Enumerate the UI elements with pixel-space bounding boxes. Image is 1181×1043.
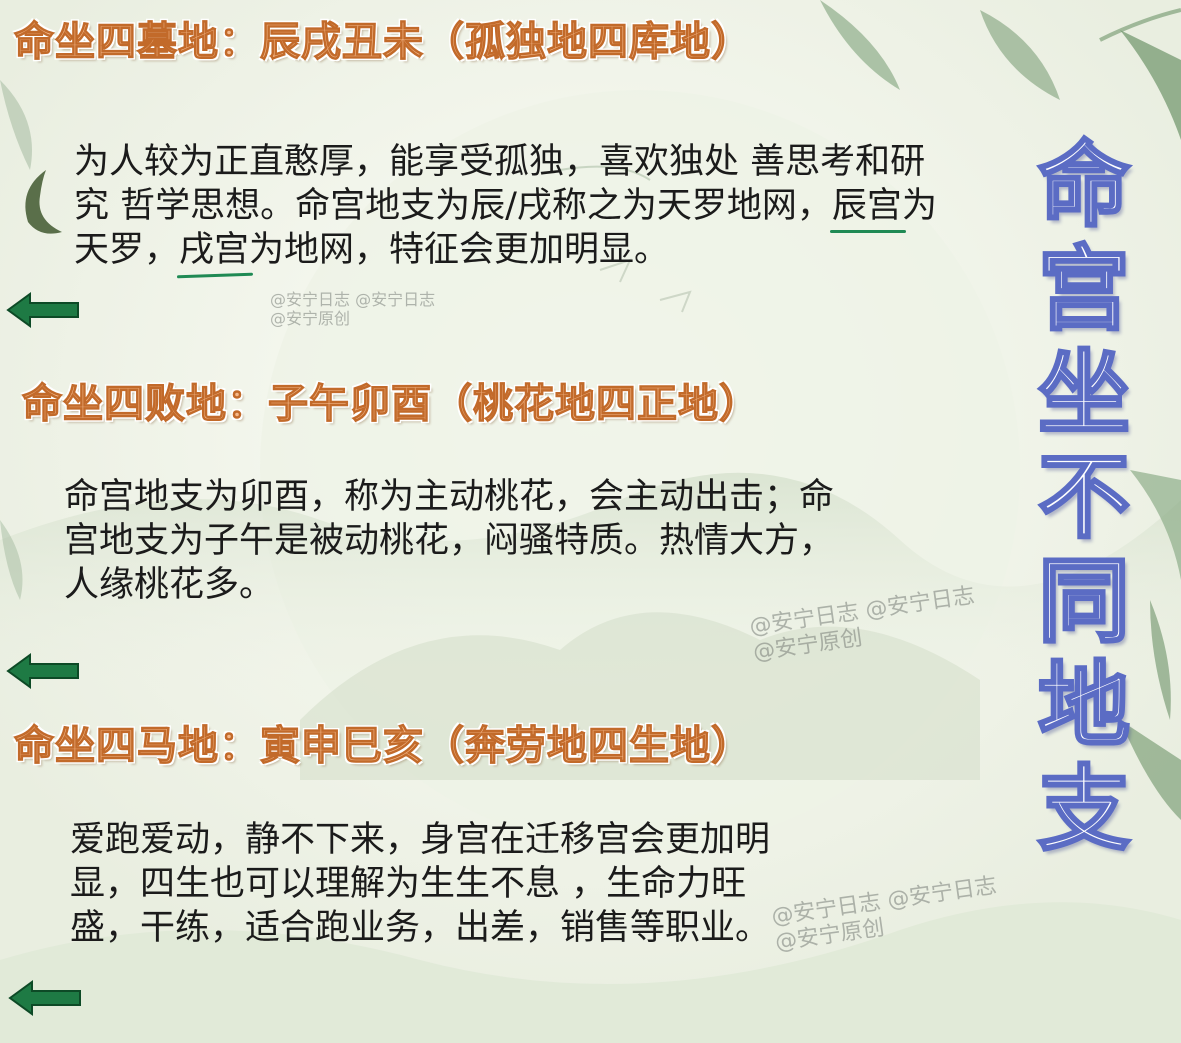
side-title-char: 支 — [1036, 756, 1131, 863]
watermark: @安宁日志 @安宁日志 @安宁原创 — [270, 290, 435, 328]
section-heading-tomb: 命坐四墓地：辰戌丑未（孤独地四库地） — [13, 18, 752, 65]
left-arrow-icon — [6, 653, 79, 689]
watermark-line: @安宁日志 @安宁日志 — [270, 290, 436, 309]
highlight-xu-palace: 戌宫 — [179, 230, 250, 270]
section-heading-horse: 命坐四马地：寅申巳亥（奔劳地四生地） — [13, 722, 752, 769]
section-heading-defeat: 命坐四败地：子午卯酉（桃花地四正地） — [21, 380, 760, 427]
side-title-char: 命 — [1036, 132, 1131, 239]
section-body-tomb: 为人较为正直憨厚，能享受孤独，喜欢独处 善思考和研究 哲学思想。命宫地支为辰/戌… — [74, 140, 954, 272]
side-title: 命 宫 坐 不 同 地 支 — [1028, 132, 1140, 863]
watermark: @安宁日志 @安宁日志 @安宁原创 — [770, 873, 1002, 957]
body-text-segment: 为地网，特征会更加明显。 — [249, 230, 670, 270]
side-title-char: 地 — [1036, 652, 1131, 759]
body-text-segment: 为人较为正直憨厚，能享受孤独，喜欢独处 善思考和研究 哲学思想。命宫地支为辰/戌… — [74, 142, 926, 226]
side-title-char: 不 — [1036, 444, 1131, 551]
section-body-defeat: 命宫地支为卯酉，称为主动桃花，会主动出击；命宫地支为子午是被动桃花，闷骚特质。热… — [64, 477, 835, 605]
left-arrow-icon — [8, 980, 81, 1016]
section-body-horse: 爱跑爱动，静不下来，身宫在迁移宫会更加明显，四生也可以理解为生生不息 ，生命力旺… — [70, 820, 771, 948]
side-title-char: 同 — [1036, 548, 1131, 655]
side-title-char: 坐 — [1036, 340, 1131, 447]
watermark-line: @安宁原创 — [270, 309, 351, 329]
side-title-char: 宫 — [1036, 236, 1131, 343]
highlight-chen-palace: 辰宫 — [829, 186, 906, 233]
left-arrow-icon — [6, 292, 79, 328]
